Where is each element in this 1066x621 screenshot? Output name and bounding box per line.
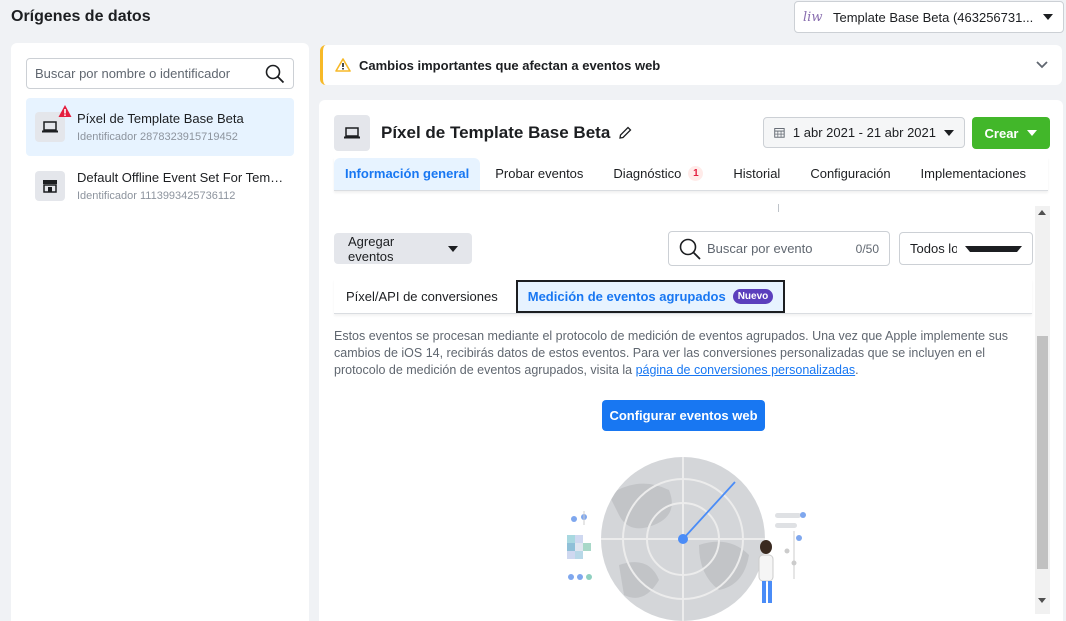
account-selector[interactable]: liw Template Base Beta (463256731... bbox=[794, 1, 1064, 33]
event-search-count: 0/50 bbox=[855, 241, 879, 256]
chevron-down-icon bbox=[944, 129, 954, 136]
page-title: Orígenes de datos bbox=[11, 8, 151, 25]
source-name: Default Offline Event Set For Templa... bbox=[77, 170, 285, 185]
pixel-tabs: Información general Probar eventos Diagn… bbox=[334, 157, 1048, 191]
tab-label: Diagnóstico bbox=[613, 166, 682, 181]
tab-label: Información general bbox=[345, 166, 470, 181]
store-icon bbox=[35, 171, 65, 201]
diagnostics-count-badge: 1 bbox=[688, 166, 704, 181]
event-subtabs: Píxel/API de conversiones Medición de ev… bbox=[334, 279, 1032, 314]
source-name: Píxel de Template Base Beta bbox=[77, 111, 244, 126]
laptop-icon bbox=[334, 115, 370, 151]
tab-implementations[interactable]: Implementaciones bbox=[906, 158, 1042, 190]
chevron-down-icon bbox=[1043, 14, 1053, 20]
divider bbox=[778, 204, 779, 212]
tab-label: Historial bbox=[733, 166, 781, 181]
source-search[interactable] bbox=[26, 58, 294, 89]
subtab-aggregated-measurement[interactable]: Medición de eventos agrupados Nuevo bbox=[515, 279, 786, 313]
search-icon bbox=[679, 238, 701, 260]
radar-illustration bbox=[567, 457, 806, 621]
chevron-down-icon bbox=[448, 245, 458, 252]
calendar-icon bbox=[774, 128, 785, 138]
tab-history[interactable]: Historial bbox=[718, 158, 795, 190]
tab-test-events[interactable]: Probar eventos bbox=[480, 158, 598, 190]
configure-label: Configurar eventos web bbox=[609, 408, 758, 423]
configure-web-events-button[interactable]: Configurar eventos web bbox=[602, 400, 765, 431]
source-search-input[interactable] bbox=[35, 66, 265, 81]
chevron-down-icon bbox=[1027, 130, 1038, 136]
pixel-title: Píxel de Template Base Beta bbox=[381, 123, 611, 142]
source-item-offline[interactable]: Default Offline Event Set For Templa... … bbox=[26, 157, 294, 215]
event-filter-select[interactable]: Todos los eve... bbox=[899, 232, 1033, 265]
sources-sidebar: Píxel de Template Base Beta Identificado… bbox=[11, 43, 309, 621]
search-icon[interactable] bbox=[265, 64, 285, 84]
subtab-label: Píxel/API de conversiones bbox=[346, 288, 498, 304]
account-name: Template Base Beta (463256731... bbox=[833, 9, 1034, 25]
source-id: Identificador 2878323915719452 bbox=[77, 131, 238, 143]
info-paragraph: Estos eventos se procesan mediante el pr… bbox=[334, 328, 1014, 379]
add-events-label: Agregar eventos bbox=[348, 233, 395, 264]
custom-conversions-link[interactable]: página de conversiones personalizadas bbox=[636, 363, 856, 377]
laptop-icon bbox=[35, 105, 72, 142]
important-changes-banner[interactable]: Cambios importantes que afectan a evento… bbox=[320, 45, 1062, 85]
tab-label: Configuración bbox=[810, 166, 891, 181]
tab-label: Probar eventos bbox=[495, 166, 584, 181]
tab-settings[interactable]: Configuración bbox=[795, 158, 905, 190]
info-end: . bbox=[855, 363, 859, 377]
filter-value: Todos los eve... bbox=[910, 241, 957, 256]
date-range-value: 1 abr 2021 - 21 abr 2021 bbox=[792, 125, 936, 140]
subtab-pixel-api[interactable]: Píxel/API de conversiones bbox=[334, 280, 510, 313]
create-button[interactable]: Crear bbox=[972, 117, 1050, 149]
pencil-icon[interactable] bbox=[618, 126, 632, 140]
tab-overview[interactable]: Información general bbox=[334, 157, 481, 190]
create-label: Crear bbox=[984, 125, 1019, 141]
event-search-input[interactable] bbox=[707, 241, 837, 256]
banner-text: Cambios importantes que afectan a evento… bbox=[359, 57, 661, 73]
new-badge: Nuevo bbox=[732, 288, 774, 304]
scrollbar[interactable] bbox=[1035, 206, 1050, 614]
add-events-button[interactable]: Agregar eventos bbox=[334, 233, 472, 264]
chevron-down-icon[interactable] bbox=[1036, 61, 1048, 69]
scroll-up-arrow-icon[interactable] bbox=[1038, 210, 1046, 215]
source-id: Identificador 1113993425736112 bbox=[77, 190, 236, 202]
scroll-thumb[interactable] bbox=[1037, 336, 1048, 569]
tab-diagnostics[interactable]: Diagnóstico 1 bbox=[598, 158, 718, 190]
scroll-down-arrow-icon[interactable] bbox=[1038, 598, 1046, 603]
tab-label: Implementaciones bbox=[920, 166, 1027, 181]
source-item-pixel[interactable]: Píxel de Template Base Beta Identificado… bbox=[26, 98, 294, 156]
date-range-picker[interactable]: 1 abr 2021 - 21 abr 2021 bbox=[763, 117, 965, 148]
warning-triangle-icon bbox=[335, 58, 351, 72]
account-logo: liw bbox=[803, 9, 823, 25]
pixel-panel: Píxel de Template Base Beta 1 abr 2021 -… bbox=[319, 100, 1063, 621]
event-search[interactable]: 0/50 bbox=[668, 231, 890, 266]
warning-icon bbox=[58, 105, 72, 117]
chevron-down-icon bbox=[965, 245, 1022, 252]
subtab-label: Medición de eventos agrupados bbox=[527, 288, 726, 304]
